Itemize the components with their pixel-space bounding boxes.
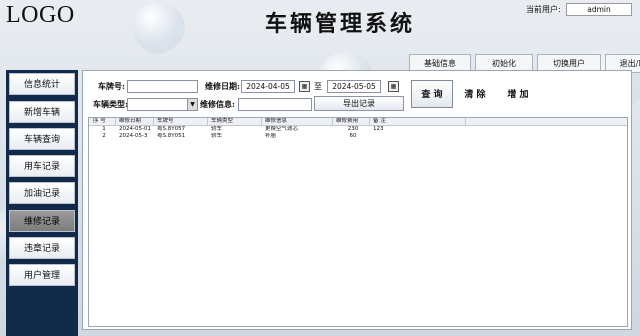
current-user-label: 当前用户: <box>526 5 561 14</box>
repair-records-panel: 车牌号: 维修日期: 2024-04-05 ▦ 至 2024-05-05 ▦ 车… <box>82 70 632 330</box>
cell-info: 更换空气滤芯 <box>265 126 299 132</box>
add-button[interactable]: 增 加 <box>497 80 539 108</box>
clear-button[interactable]: 清 除 <box>457 80 493 108</box>
sidebar-item-statistics[interactable]: 信息统计 <box>9 73 75 95</box>
cell-plate: 粤S.8Y051 <box>157 133 186 139</box>
cell-index: 1 <box>102 126 106 132</box>
cell-date: 2024-05-3 <box>119 133 148 139</box>
export-records-button[interactable]: 导出记录 <box>314 96 404 111</box>
decor-bubble <box>133 2 185 54</box>
cell-remarks: 123 <box>373 126 384 132</box>
cell-cost: 230 <box>347 126 359 132</box>
cell-date: 2024-05-01 <box>119 126 151 132</box>
repair-info-label: 维修信息: <box>200 99 235 109</box>
cell-plate: 粤S.8Y057 <box>157 126 186 132</box>
sidebar-item-user-management[interactable]: 用户管理 <box>9 264 75 286</box>
current-user-value: admin <box>566 3 632 16</box>
sidebar: 信息统计 新增车辆 车辆查询 用车记录 加油记录 维修记录 违章记录 用户管理 <box>6 70 78 336</box>
vehicle-type-label: 车辆类型: <box>93 99 128 109</box>
sidebar-item-fuel-records[interactable]: 加油记录 <box>9 182 75 204</box>
sidebar-item-violation-records[interactable]: 违章记录 <box>9 237 75 259</box>
date-separator: 至 <box>314 82 322 91</box>
vehicle-type-select[interactable]: ▼ <box>127 98 198 111</box>
chevron-down-icon[interactable]: ▼ <box>187 99 197 110</box>
sidebar-item-add-vehicle[interactable]: 新增车辆 <box>9 101 75 123</box>
column-header-date[interactable]: 维修日期 <box>117 118 153 125</box>
sidebar-item-repair-records[interactable]: 维修记录 <box>9 210 75 232</box>
table-header: 序 号 维修日期 车牌号 车辆类型 维修信息 维修费用 备 注 <box>89 118 627 126</box>
date-to-input[interactable]: 2024-05-05 <box>327 80 381 93</box>
cell-type: 轿车 <box>211 126 223 132</box>
query-button[interactable]: 查 询 <box>411 80 453 108</box>
calendar-icon[interactable]: ▦ <box>299 81 310 92</box>
column-header-cost[interactable]: 维修费用 <box>334 118 370 125</box>
column-header-plate[interactable]: 车牌号 <box>155 118 207 125</box>
logo: LOGO <box>6 2 75 28</box>
repair-records-table: 序 号 维修日期 车牌号 车辆类型 维修信息 维修费用 备 注 1 2024-0… <box>88 117 628 327</box>
cell-cost: 60 <box>349 133 357 139</box>
plate-label: 车牌号: <box>98 81 125 91</box>
column-header-remarks[interactable]: 备 注 <box>371 118 463 125</box>
sidebar-item-vehicle-query[interactable]: 车辆查询 <box>9 128 75 150</box>
sidebar-item-usage-records[interactable]: 用车记录 <box>9 155 75 177</box>
column-header-info[interactable]: 维修信息 <box>263 118 331 125</box>
cell-info: 补胎 <box>265 133 277 139</box>
table-row[interactable]: 2 2024-05-3 粤S.8Y051 轿车 补胎 60 <box>89 133 627 140</box>
date-label: 维修日期: <box>205 81 240 91</box>
column-header-type[interactable]: 车辆类型 <box>209 118 261 125</box>
cell-index: 2 <box>102 133 106 139</box>
calendar-icon[interactable]: ▦ <box>388 81 399 92</box>
cell-type: 轿车 <box>211 133 223 139</box>
date-from-input[interactable]: 2024-04-05 <box>241 80 295 93</box>
app-title: 车辆管理系统 <box>264 11 415 37</box>
plate-input[interactable] <box>127 80 198 93</box>
column-header-index[interactable]: 序 号 <box>91 118 117 125</box>
table-row[interactable]: 1 2024-05-01 粤S.8Y057 轿车 更换空气滤芯 230 123 <box>89 126 627 133</box>
repair-info-input[interactable] <box>238 98 312 111</box>
